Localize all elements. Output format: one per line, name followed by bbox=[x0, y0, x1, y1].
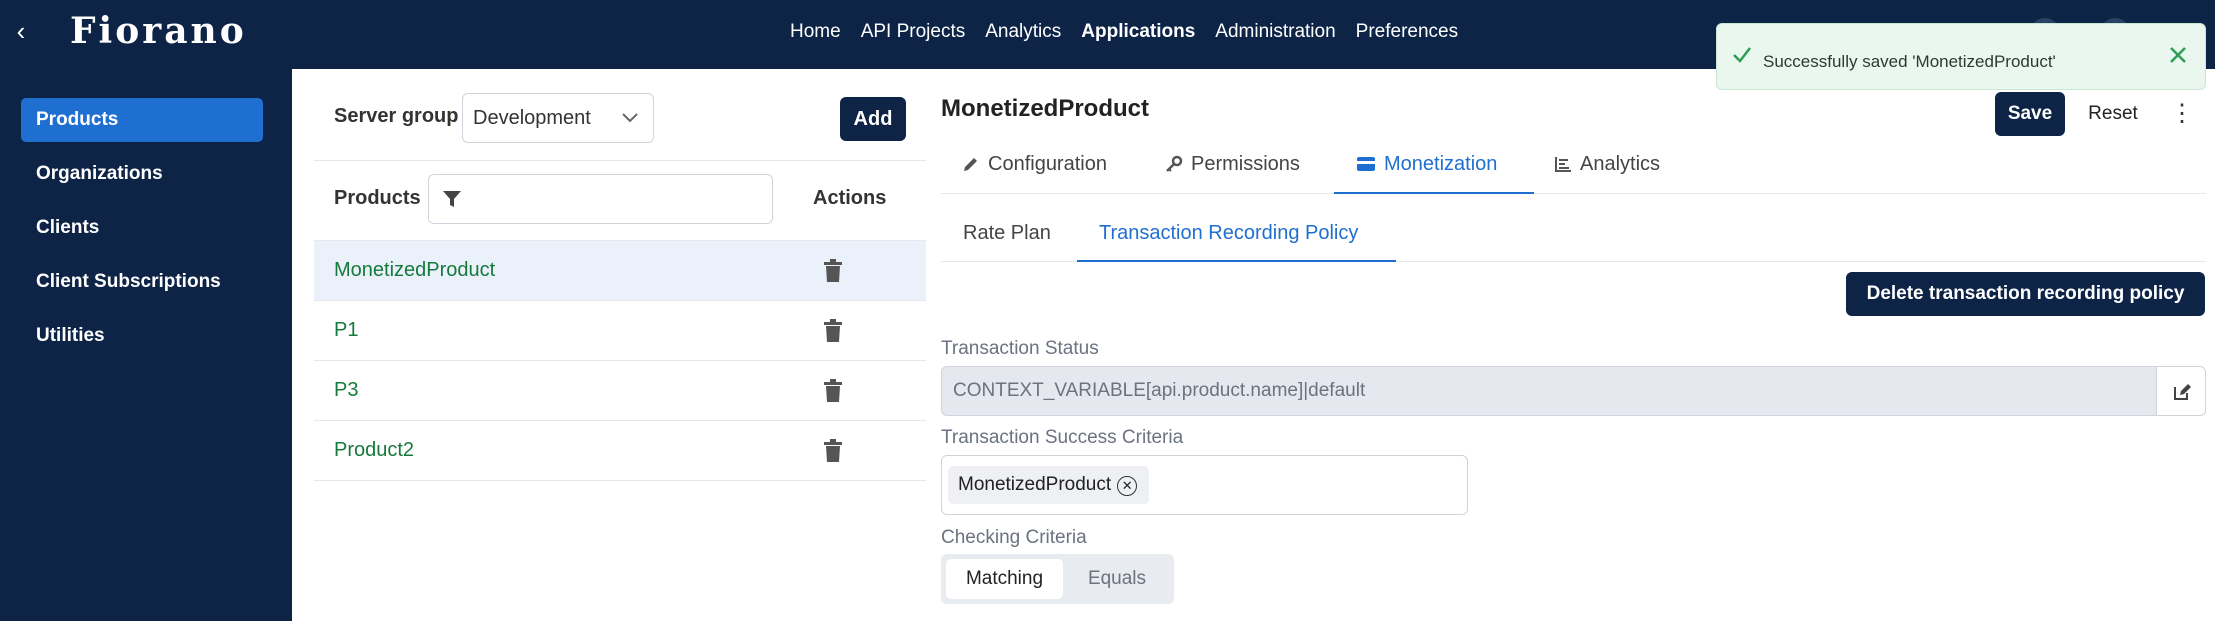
tab-label: Configuration bbox=[988, 153, 1107, 175]
sidebar-item-organizations[interactable]: Organizations bbox=[21, 152, 263, 196]
trash-icon[interactable] bbox=[823, 259, 843, 283]
delete-policy-button[interactable]: Delete transaction recording policy bbox=[1846, 272, 2205, 316]
edit-status-button[interactable] bbox=[2156, 366, 2206, 416]
sidebar-item-utilities[interactable]: Utilities bbox=[21, 314, 263, 358]
server-group-select[interactable]: Development bbox=[462, 93, 654, 143]
monetization-subtabs: Rate Plan Transaction Recording Policy bbox=[941, 213, 2206, 262]
nav-administration[interactable]: Administration bbox=[1215, 18, 1335, 46]
server-group-label: Server group bbox=[334, 105, 459, 127]
toast-message: Successfully saved 'MonetizedProduct' bbox=[1763, 52, 2056, 71]
product-name[interactable]: Product2 bbox=[334, 439, 414, 462]
tab-label: Monetization bbox=[1384, 153, 1498, 175]
add-product-button[interactable]: Add bbox=[840, 97, 906, 141]
nav-applications[interactable]: Applications bbox=[1081, 18, 1195, 46]
fiorano-logo: Fiorano bbox=[70, 10, 247, 52]
checking-criteria-toggle: Matching Equals bbox=[941, 554, 1174, 604]
option-equals[interactable]: Equals bbox=[1065, 559, 1169, 599]
tab-permissions[interactable]: Permissions bbox=[1165, 142, 1300, 194]
checking-criteria-label: Checking Criteria bbox=[941, 527, 1087, 548]
subtab-rate-plan[interactable]: Rate Plan bbox=[963, 213, 1051, 262]
tab-analytics[interactable]: Analytics bbox=[1554, 142, 1660, 194]
close-icon[interactable] bbox=[2165, 42, 2191, 68]
edit-icon bbox=[2174, 384, 2191, 400]
tab-configuration[interactable]: Configuration bbox=[962, 142, 1107, 194]
nav-home[interactable]: Home bbox=[790, 18, 841, 46]
success-toast: Successfully saved 'MonetizedProduct' bbox=[1716, 23, 2206, 90]
success-criteria-label: Transaction Success Criteria bbox=[941, 427, 1184, 448]
product-row[interactable]: Product2 bbox=[314, 421, 926, 481]
divider bbox=[314, 160, 926, 161]
transaction-status-label: Transaction Status bbox=[941, 338, 1099, 359]
bar-chart-icon bbox=[1555, 157, 1571, 172]
product-row[interactable]: MonetizedProduct bbox=[314, 241, 926, 301]
back-button[interactable]: ‹ bbox=[8, 14, 34, 48]
trash-icon[interactable] bbox=[823, 379, 843, 403]
actions-column-header: Actions bbox=[813, 187, 887, 209]
remove-chip-icon[interactable]: ✕ bbox=[1117, 476, 1138, 496]
chip-label: MonetizedProduct bbox=[958, 474, 1112, 495]
subtab-transaction-recording-policy[interactable]: Transaction Recording Policy bbox=[1077, 213, 1396, 262]
product-row[interactable]: P1 bbox=[314, 301, 926, 361]
tab-label: Analytics bbox=[1580, 153, 1661, 175]
credit-card-icon bbox=[1357, 157, 1375, 171]
tab-label: Permissions bbox=[1191, 153, 1300, 175]
nav-api-projects[interactable]: API Projects bbox=[861, 18, 966, 46]
sidebar-item-client-subscriptions[interactable]: Client Subscriptions bbox=[21, 260, 263, 304]
key-icon bbox=[1166, 155, 1183, 172]
transaction-status-field: CONTEXT_VARIABLE[api.product.name]|defau… bbox=[941, 366, 2157, 416]
sidebar-item-clients[interactable]: Clients bbox=[21, 206, 263, 250]
success-criteria-input[interactable]: MonetizedProduct ✕ bbox=[941, 455, 1468, 515]
criteria-chip: MonetizedProduct ✕ bbox=[948, 466, 1150, 504]
product-name[interactable]: P1 bbox=[334, 319, 358, 342]
reset-button[interactable]: Reset bbox=[2083, 92, 2143, 136]
more-options-icon[interactable]: ⋮ bbox=[2170, 96, 2194, 132]
option-matching[interactable]: Matching bbox=[946, 559, 1063, 599]
page-title: MonetizedProduct bbox=[941, 95, 1149, 122]
product-name[interactable]: MonetizedProduct bbox=[334, 259, 495, 282]
nav-analytics[interactable]: Analytics bbox=[985, 18, 1061, 46]
sidebar-item-products[interactable]: Products bbox=[21, 98, 263, 142]
save-button[interactable]: Save bbox=[1995, 92, 2065, 136]
sidebar: Products Organizations Clients Client Su… bbox=[0, 69, 292, 621]
main-nav: Home API Projects Analytics Applications… bbox=[790, 18, 1478, 46]
filter-icon bbox=[443, 191, 461, 207]
product-row[interactable]: P3 bbox=[314, 361, 926, 421]
chevron-down-icon bbox=[621, 94, 639, 160]
tab-monetization[interactable]: Monetization bbox=[1334, 142, 1534, 194]
trash-icon[interactable] bbox=[823, 439, 843, 463]
trash-icon[interactable] bbox=[823, 319, 843, 343]
nav-preferences[interactable]: Preferences bbox=[1356, 18, 1458, 46]
detail-tabs: Configuration Permissions Monetization A… bbox=[941, 142, 2206, 194]
product-filter-input[interactable] bbox=[428, 174, 773, 224]
check-icon bbox=[1733, 47, 1751, 63]
server-group-value: Development bbox=[473, 107, 591, 129]
pencil-icon bbox=[964, 158, 977, 171]
product-name[interactable]: P3 bbox=[334, 379, 358, 402]
products-column-header: Products bbox=[334, 187, 421, 209]
